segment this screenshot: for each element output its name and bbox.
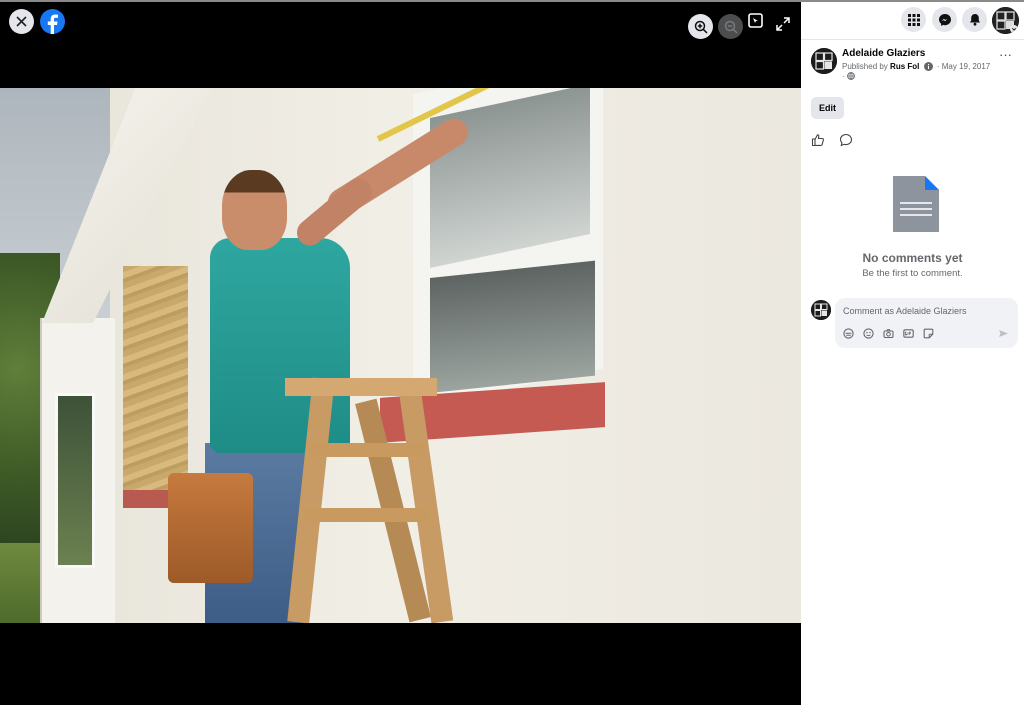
- messenger-icon: [938, 13, 951, 26]
- close-button[interactable]: [9, 9, 34, 34]
- comment-input[interactable]: [843, 303, 1008, 319]
- facebook-home-link[interactable]: [40, 9, 65, 34]
- zoom-out-button[interactable]: [718, 14, 743, 39]
- tag-photo-button[interactable]: [747, 12, 765, 30]
- thumbs-up-icon: [811, 134, 824, 147]
- photo-side-window: [55, 393, 95, 568]
- zoom-out-icon: [724, 20, 738, 34]
- photo-man-head: [222, 170, 287, 250]
- more-options-button[interactable]: ···: [999, 48, 1012, 61]
- emoji-icon[interactable]: [863, 328, 874, 339]
- zoom-in-button[interactable]: [688, 14, 713, 39]
- avatar-sticker-icon[interactable]: [843, 328, 854, 339]
- profile-avatar[interactable]: [992, 7, 1019, 34]
- globe-icon: [847, 72, 855, 80]
- fullscreen-button[interactable]: [775, 16, 791, 32]
- camera-icon[interactable]: [883, 328, 894, 339]
- empty-state-subtitle: Be the first to comment.: [862, 268, 963, 279]
- meta-separator: ·: [842, 72, 845, 81]
- post-date-link[interactable]: · May 19, 2017: [937, 62, 990, 71]
- post-side-panel: Adelaide Glaziers Published by Rus Fol ·…: [801, 2, 1024, 705]
- page-avatar[interactable]: [811, 48, 837, 74]
- document-icon: [893, 176, 939, 232]
- published-by-label: Published by: [842, 62, 888, 71]
- commenter-avatar-image: [811, 300, 831, 320]
- photo-toolbelt: [168, 473, 253, 583]
- comment-button[interactable]: [839, 133, 853, 147]
- sticker-icon[interactable]: [923, 328, 934, 339]
- close-icon: [16, 16, 27, 27]
- notifications-button[interactable]: [962, 7, 987, 32]
- facebook-logo-icon: [47, 14, 58, 34]
- comment-composer: [835, 298, 1018, 348]
- commenter-avatar: [811, 300, 831, 320]
- profile-avatar-image: [992, 7, 1019, 34]
- messenger-button[interactable]: [932, 7, 957, 32]
- post-meta-line2: ·: [842, 72, 855, 81]
- zoom-in-icon: [694, 20, 708, 34]
- page-logo-image: [811, 48, 837, 74]
- empty-state-title: No comments yet: [862, 251, 963, 265]
- photo-window-glass-bottom: [430, 260, 595, 393]
- comment-bubble-icon: [839, 133, 853, 147]
- menu-grid-icon: [907, 13, 920, 26]
- like-button[interactable]: [811, 133, 825, 147]
- document-icon-graphic: [893, 176, 939, 232]
- tag-icon: [748, 13, 763, 28]
- edit-button[interactable]: Edit: [811, 97, 844, 119]
- info-icon[interactable]: [923, 62, 933, 71]
- post-photo[interactable]: [0, 88, 801, 623]
- fullscreen-icon: [776, 17, 790, 31]
- notifications-bell-icon: [969, 14, 980, 26]
- post-meta: Published by Rus Fol · May 19, 2017: [842, 62, 990, 71]
- gif-icon[interactable]: [903, 328, 914, 339]
- author-link[interactable]: Rus Fol: [890, 62, 919, 71]
- page-name-link[interactable]: Adelaide Glaziers: [842, 48, 925, 59]
- send-icon[interactable]: [998, 328, 1009, 339]
- photo-plywood-board: [123, 266, 188, 494]
- photo-ladder-step: [310, 443, 425, 457]
- photo-ladder-step: [305, 508, 430, 522]
- menu-button[interactable]: [901, 7, 926, 32]
- photo-ladder-top: [285, 378, 437, 396]
- panel-divider: [801, 39, 1024, 40]
- photo-viewer: [0, 2, 801, 705]
